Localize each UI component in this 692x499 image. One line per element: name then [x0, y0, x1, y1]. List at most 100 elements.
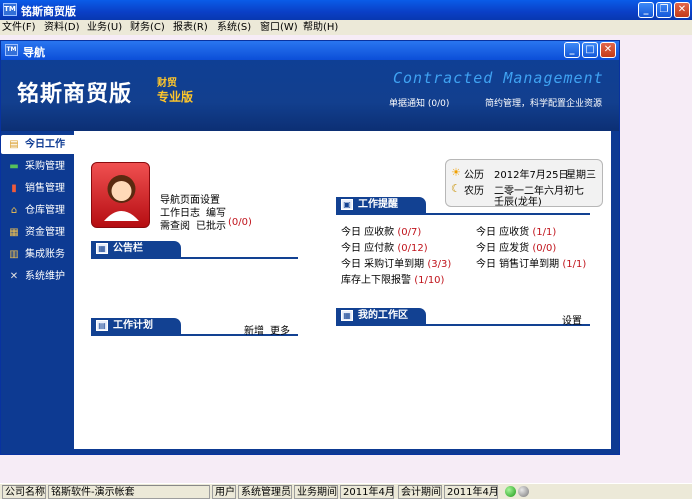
calendar-box: ☀ 公历 2012年7月25日 星期三 ☾ 农历 二零一二年六月初七 壬辰(龙年… [445, 159, 603, 208]
menu-business[interactable]: 业务(U) [87, 20, 122, 35]
app-logo-icon: TM [3, 3, 17, 16]
reminders-rule [336, 213, 590, 215]
moon-icon: ☾ [451, 182, 461, 195]
lunar-year: 壬辰(龙年) [494, 197, 542, 208]
nav-maximize-icon[interactable]: □ [582, 42, 598, 58]
menu-help[interactable]: 帮助(H) [303, 20, 338, 35]
reminder-label: 今日 应收货 [476, 227, 530, 238]
clipboard-icon: ▤ [9, 139, 19, 150]
bar-chart-icon: ▮ [11, 183, 17, 194]
announcement-header: ▦ 公告栏 [91, 241, 181, 257]
slogan-english: Contracted Management [393, 69, 604, 87]
side-item-sales[interactable]: ▮ 销售管理 [1, 179, 74, 198]
status-bar: 公司名称 铭斯软件-演示帐套 用户 系统管理员 业务期间 2011年4月 会计期… [0, 483, 692, 499]
reminder-receivable[interactable]: 今日 应收款 (0/7) [341, 223, 421, 238]
reminder-count: (0/12) [397, 243, 428, 254]
approved-link[interactable]: 已批示 [196, 217, 226, 232]
reminder-payable[interactable]: 今日 应付款 (0/12) [341, 239, 428, 254]
workspace-title: 我的工作区 [358, 310, 408, 321]
workspace-header: ▦ 我的工作区 [336, 308, 426, 324]
workspace-settings-link[interactable]: 设置 [562, 312, 582, 327]
reminder-stock-alert[interactable]: 库存上下限报警 (1/10) [341, 271, 444, 286]
side-item-label: 今日工作 [25, 139, 65, 150]
nav-minimize-icon[interactable]: _ [564, 42, 580, 58]
menu-reports[interactable]: 报表(R) [173, 20, 208, 35]
side-item-maintenance[interactable]: ✕ 系统维护 [1, 267, 74, 286]
online-status-icon [505, 486, 516, 497]
navigation-window: TM 导航 _ □ ✕ 铭斯商贸版 财贸 专业版 Contracted Mana… [0, 40, 620, 455]
menu-system[interactable]: 系统(S) [217, 20, 251, 35]
reminder-purchase-order-due[interactable]: 今日 采购订单到期 (3/3) [341, 255, 451, 270]
business-period-value: 2011年4月 [340, 485, 394, 499]
nav-close-icon[interactable]: ✕ [600, 42, 616, 58]
reminders-title: 工作提醒 [358, 199, 398, 210]
close-icon[interactable]: ✕ [674, 2, 690, 18]
side-item-label: 资金管理 [25, 227, 65, 238]
user-avatar-icon [104, 175, 139, 221]
reminder-label: 今日 销售订单到期 [476, 259, 560, 270]
document-notice-link[interactable]: 单据通知 (0/0) [389, 96, 449, 109]
side-item-today-work[interactable]: ▤ 今日工作 [1, 135, 74, 154]
money-icon: ▦ [9, 227, 19, 238]
app-title-bar[interactable]: TM 铭斯商贸版 _ ❐ ✕ [0, 0, 692, 20]
reminder-count: (3/3) [427, 259, 452, 270]
work-plan-header: ▤ 工作计划 [91, 318, 181, 334]
reminders-header: ▣ 工作提醒 [336, 197, 426, 213]
restore-icon[interactable]: ❐ [656, 2, 672, 18]
side-item-warehouse[interactable]: ⌂ 仓库管理 [1, 201, 74, 220]
ledger-icon: ▥ [9, 249, 19, 260]
reminder-goods-ship[interactable]: 今日 应发货 (0/0) [476, 239, 556, 254]
solar-date: 2012年7月25日 [494, 170, 569, 181]
header-banner: 铭斯商贸版 财贸 专业版 Contracted Management 单据通知 … [1, 60, 619, 131]
workspace-rule [336, 324, 590, 326]
nav-window-title-bar[interactable]: TM 导航 _ □ ✕ [1, 41, 619, 60]
reminder-label: 今日 应收款 [341, 227, 395, 238]
bulletin-icon: ▦ [96, 243, 108, 254]
minimize-icon[interactable]: _ [638, 2, 654, 18]
approved-count: (0/0) [228, 217, 252, 228]
content-panel: 导航页面设置 工作日志 编写 需查阅 已批示 (0/0) ☀ 公历 2012年7… [74, 131, 611, 449]
side-item-funds[interactable]: ▦ 资金管理 [1, 223, 74, 242]
slogan-chinese: 简约管理，科学配置企业资源 [485, 99, 603, 109]
side-navigation: ▤ 今日工作 ▬ 采购管理 ▮ 销售管理 ⌂ 仓库管理 ▦ 资金管理 ▥ 集成账… [1, 131, 74, 454]
side-item-label: 采购管理 [25, 161, 65, 172]
nav-logo-icon: TM [5, 44, 18, 56]
side-item-label: 集成账务 [25, 249, 65, 260]
cart-icon: ▬ [9, 161, 19, 172]
announcement-rule [91, 257, 298, 259]
reminder-label: 今日 应付款 [341, 243, 395, 254]
reminder-count: (1/1) [532, 227, 557, 238]
avatar[interactable] [91, 162, 150, 228]
house-icon: ⌂ [10, 205, 18, 216]
company-label: 公司名称 [2, 485, 46, 499]
brand-name: 铭斯商贸版 [17, 81, 133, 107]
menu-window[interactable]: 窗口(W) [260, 20, 298, 35]
menu-finance[interactable]: 财务(C) [130, 20, 165, 35]
company-value: 铭斯软件-演示帐套 [48, 485, 210, 499]
reminder-count: (0/7) [397, 227, 422, 238]
accounting-period-label: 会计期间 [398, 485, 442, 499]
side-item-accounting[interactable]: ▥ 集成账务 [1, 245, 74, 264]
sun-icon: ☀ [451, 166, 461, 179]
side-item-label: 系统维护 [25, 271, 65, 282]
work-plan-title: 工作计划 [113, 320, 153, 331]
reminder-count: (1/1) [562, 259, 587, 270]
reminder-count: (1/10) [414, 275, 445, 286]
reminder-sales-order-due[interactable]: 今日 销售订单到期 (1/1) [476, 255, 586, 270]
side-item-purchase[interactable]: ▬ 采购管理 [1, 157, 74, 176]
side-item-label: 仓库管理 [25, 205, 65, 216]
workspace-icon: ▦ [341, 310, 353, 321]
weekday: 星期三 [566, 170, 596, 181]
menu-file[interactable]: 文件(F) [2, 20, 36, 35]
work-plan-add-link[interactable]: 新增 [244, 322, 264, 337]
pending-review-link[interactable]: 需查阅 [160, 217, 190, 232]
menu-data[interactable]: 资料(D) [44, 20, 80, 35]
solar-label: 公历 [464, 170, 484, 181]
announcement-title: 公告栏 [113, 243, 143, 254]
reminder-label: 今日 应发货 [476, 243, 530, 254]
work-plan-more-link[interactable]: 更多 [270, 322, 290, 337]
nav-window-title: 导航 [23, 46, 45, 59]
menu-bar: 文件(F) 资料(D) 业务(U) 财务(C) 报表(R) 系统(S) 窗口(W… [0, 20, 692, 35]
brand-edition-top: 财贸 [157, 78, 177, 89]
reminder-goods-receive[interactable]: 今日 应收货 (1/1) [476, 223, 556, 238]
